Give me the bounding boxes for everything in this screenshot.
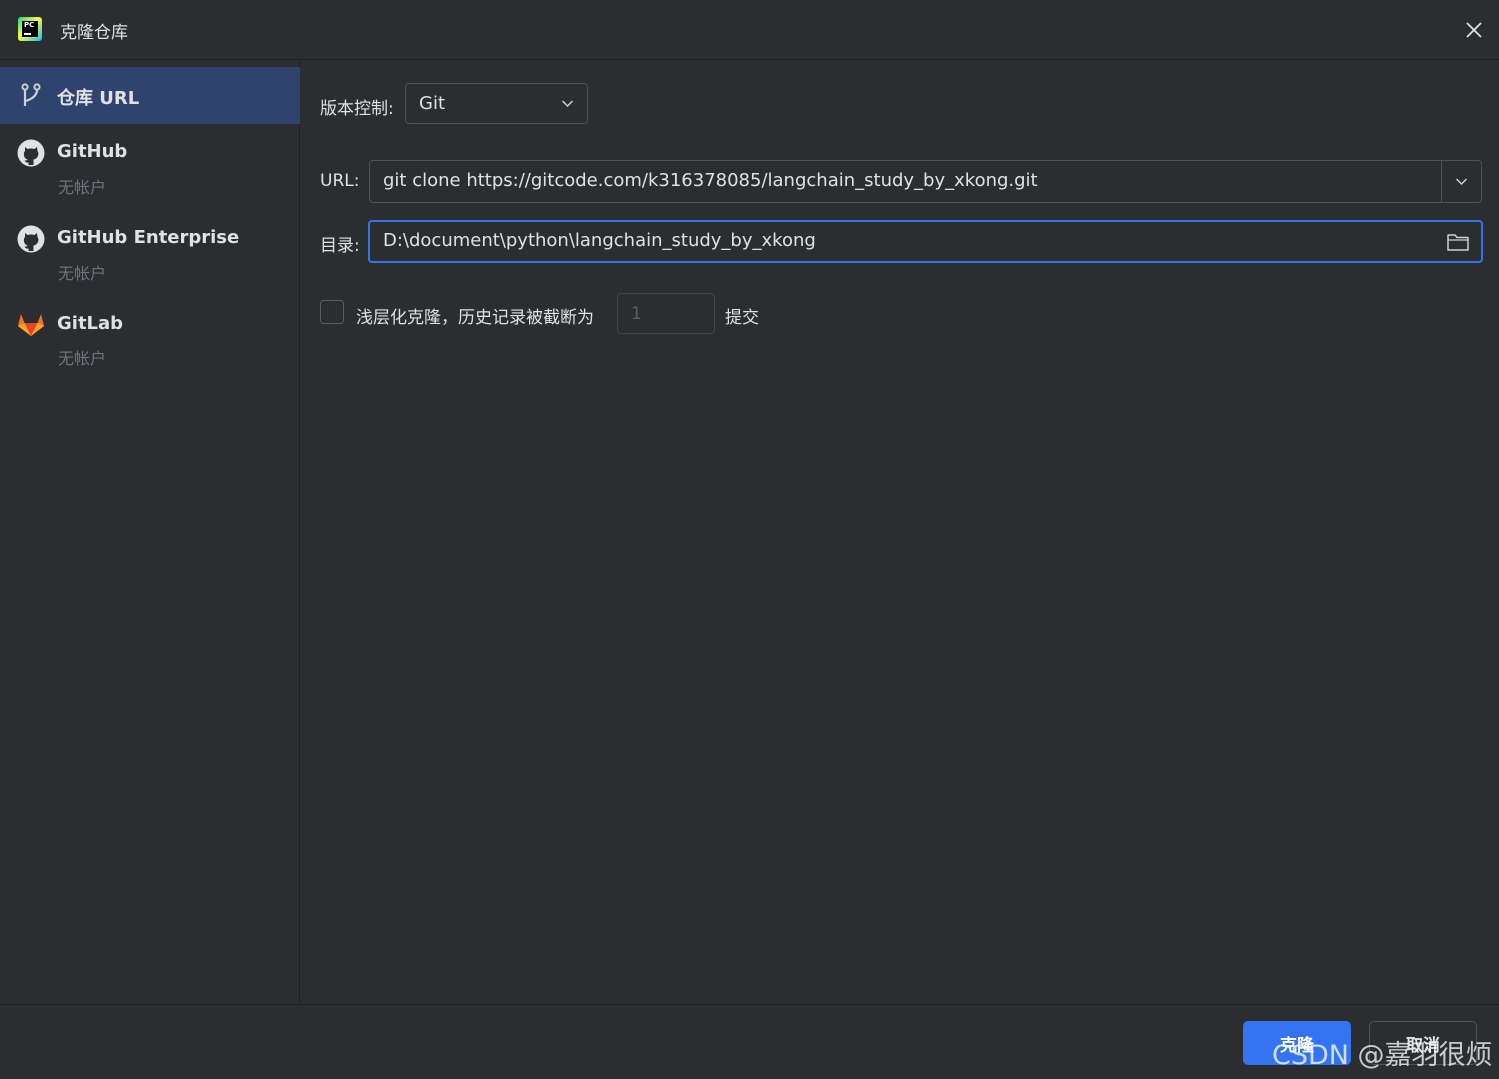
account-status: 无帐户 (58, 264, 107, 283)
shallow-clone-checkbox[interactable] (320, 300, 344, 324)
sidebar-item-github-enterprise[interactable]: GitHub Enterprise 无帐户 (0, 217, 300, 287)
chevron-down-icon (1455, 178, 1468, 186)
title-bar: PC 克隆仓库 (0, 0, 1499, 60)
vcs-branch-icon (21, 83, 41, 106)
clone-source-sidebar: 仓库 URL GitHub 无帐户 GitHub Enterprise 无帐户 … (0, 61, 300, 1003)
sidebar-item-label: 仓库 URL (57, 88, 140, 109)
sidebar-item-gitlab[interactable]: GitLab 无帐户 (0, 302, 300, 372)
vcs-label: 版本控制: (320, 99, 394, 119)
shallow-depth-value: 1 (631, 304, 642, 324)
account-status: 无帐户 (58, 349, 107, 368)
sidebar-item-label: GitHub (57, 141, 128, 162)
directory-label: 目录: (320, 236, 360, 256)
url-label: URL: (320, 171, 360, 191)
gitlab-icon (18, 314, 44, 336)
app-icon-text: PC (24, 21, 35, 29)
window-title: 克隆仓库 (60, 23, 128, 43)
directory-value: D:\document\python\langchain_study_by_xk… (383, 230, 816, 251)
directory-input[interactable]: D:\document\python\langchain_study_by_xk… (368, 220, 1483, 263)
vcs-select[interactable]: Git (405, 83, 588, 124)
shallow-depth-input[interactable]: 1 (617, 293, 715, 334)
github-icon (17, 139, 45, 167)
url-input[interactable]: git clone https://gitcode.com/k316378085… (369, 160, 1482, 203)
close-icon (1466, 22, 1482, 38)
csdn-watermark: CSDN @嘉羽很烦 (1272, 1040, 1493, 1071)
sidebar-item-repository-url[interactable]: 仓库 URL (0, 67, 300, 124)
vcs-selected-value: Git (419, 93, 446, 114)
sidebar-item-label: GitLab (57, 313, 124, 334)
close-button[interactable] (1456, 12, 1492, 48)
sidebar-item-label: GitHub Enterprise (57, 227, 240, 248)
commits-suffix-label: 提交 (725, 308, 759, 328)
chevron-down-icon (561, 100, 574, 108)
sidebar-item-github[interactable]: GitHub 无帐户 (0, 131, 300, 201)
url-history-dropdown-button[interactable] (1442, 161, 1481, 202)
account-status: 无帐户 (58, 178, 107, 197)
folder-icon (1447, 234, 1469, 251)
pycharm-app-icon: PC (18, 17, 42, 41)
url-value: git clone https://gitcode.com/k316378085… (383, 170, 1038, 191)
shallow-clone-label: 浅层化克隆，历史记录被截断为 (356, 308, 594, 328)
github-icon (17, 225, 45, 253)
browse-folder-button[interactable] (1446, 231, 1470, 253)
